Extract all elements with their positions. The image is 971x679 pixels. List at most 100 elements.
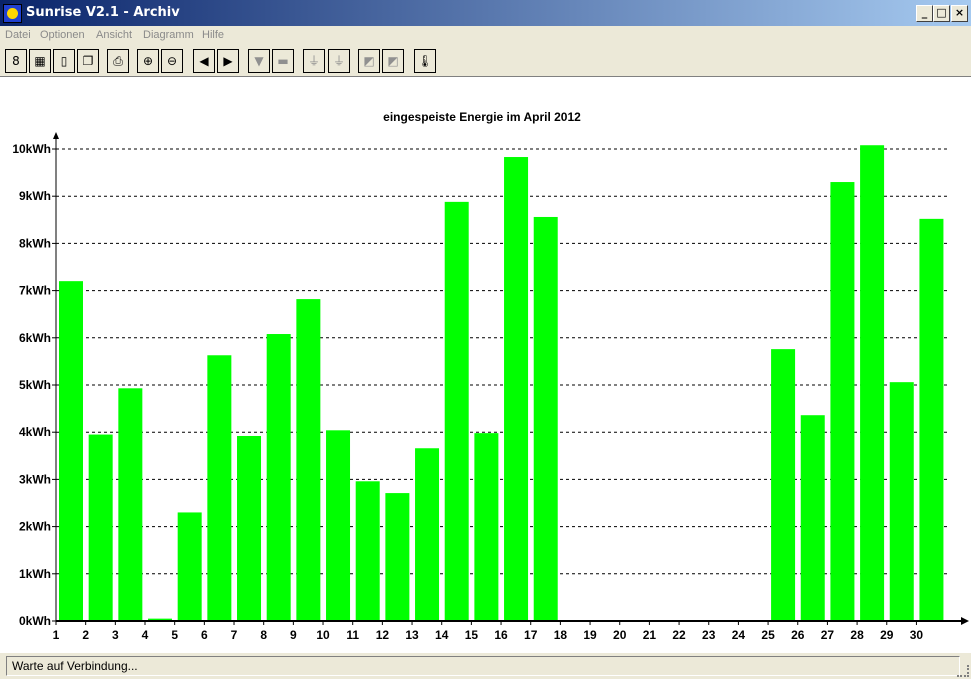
- menu-ansicht[interactable]: Ansicht: [96, 29, 132, 41]
- page-icon: ▯: [60, 54, 68, 68]
- x-tick-label: 18: [554, 628, 568, 642]
- title-bar: Sunrise V2.1 - Archiv _ □ ×: [0, 0, 971, 26]
- plug-button[interactable]: ⏚: [303, 49, 325, 73]
- y-tick-labels: 0kWh 1kWh 2kWh 3kWh 4kWh 5kWh 6kWh 7kWh 8kWh 9kWh…: [12, 142, 51, 628]
- y-tick-label: 2kWh: [19, 520, 51, 534]
- chart-grid-icon: ▦: [34, 54, 46, 68]
- bar: [415, 448, 440, 621]
- zoom-out-icon: ⊖: [166, 54, 178, 68]
- x-tick-label: 4: [142, 628, 149, 642]
- bar: [444, 201, 469, 621]
- window-title: Sunrise V2.1 - Archiv: [26, 5, 180, 20]
- x-tick-label: 25: [761, 628, 775, 642]
- y-tick-label: 9kWh: [19, 189, 51, 203]
- bars: [59, 145, 944, 622]
- chart-area: eingespeiste Energie im April 2012 0kWh 1…: [0, 77, 971, 653]
- y-axis-arrow: [53, 132, 59, 139]
- y-tick-label: 1kWh: [19, 567, 51, 581]
- status-text: Warte auf Verbindung...: [12, 659, 138, 673]
- bar: [919, 218, 944, 621]
- x-tick-label: 9: [290, 628, 297, 642]
- bar: [59, 281, 83, 621]
- x-tick-label: 14: [435, 628, 449, 642]
- bar: [118, 388, 143, 621]
- menu-datei[interactable]: Datei: [5, 29, 31, 41]
- bar: [830, 182, 855, 621]
- bar: [207, 355, 232, 621]
- zoom-out-button[interactable]: ⊖: [161, 49, 183, 73]
- panel-button[interactable]: ▬: [272, 49, 294, 73]
- chart-grid-button[interactable]: ▦: [29, 49, 51, 73]
- windows-icon: ❐: [82, 54, 94, 68]
- bar: [889, 382, 914, 621]
- chart-title: eingespeiste Energie im April 2012: [383, 110, 581, 124]
- unplug-button[interactable]: ⏚: [328, 49, 350, 73]
- close-button[interactable]: ×: [951, 5, 968, 22]
- status-panel: Warte auf Verbindung...: [6, 656, 960, 676]
- x-tick-label: 10: [316, 628, 330, 642]
- sun-icon: [3, 4, 22, 23]
- resize-grip[interactable]: [957, 665, 969, 677]
- plug-icon: ⏚: [307, 54, 320, 68]
- bar: [800, 415, 825, 621]
- next-button[interactable]: ▶: [217, 49, 239, 73]
- x-tick-label: 2: [82, 628, 89, 642]
- solar-panel-button[interactable]: ◩: [358, 49, 380, 73]
- windows-button[interactable]: ❐: [77, 49, 99, 73]
- next-icon: ▶: [223, 54, 233, 68]
- x-tick-label: 15: [465, 628, 479, 642]
- menu-optionen[interactable]: Optionen: [40, 29, 85, 41]
- previous-icon: ◀: [199, 54, 209, 68]
- thermometer-icon: 🌡: [417, 54, 433, 68]
- y-tick-label: 3kWh: [19, 472, 51, 486]
- thermometer-button[interactable]: 🌡: [414, 49, 436, 73]
- binoculars-icon: 8: [12, 54, 20, 68]
- minimize-button[interactable]: _: [916, 5, 933, 22]
- x-tick-label: 23: [702, 628, 716, 642]
- solar-panel-icon: ◩: [363, 54, 375, 68]
- bar: [88, 434, 113, 621]
- bar: [771, 349, 796, 621]
- toolbar: 8 ▦ ▯ ❐ ⎙ ⊕ ⊖ ◀ ▶ ▼ ▬ ⏚ ⏚ ◩ ◩ 🌡: [0, 46, 971, 77]
- bar: [326, 430, 351, 621]
- menu-bar: Datei Optionen Ansicht Diagramm Hilfe: [0, 27, 971, 45]
- x-tick-label: 28: [850, 628, 864, 642]
- x-tick-label: 6: [201, 628, 208, 642]
- page-button[interactable]: ▯: [53, 49, 75, 73]
- zoom-in-icon: ⊕: [142, 54, 154, 68]
- x-tick-label: 8: [260, 628, 267, 642]
- menu-diagramm[interactable]: Diagramm: [143, 29, 194, 41]
- solar-panel-2-button[interactable]: ◩: [382, 49, 404, 73]
- bar: [504, 157, 529, 622]
- bar: [355, 481, 380, 621]
- x-tick-label: 24: [732, 628, 746, 642]
- status-bar: Warte auf Verbindung...: [0, 654, 971, 679]
- bar-chart: eingespeiste Energie im April 2012 0kWh1…: [12, 110, 969, 642]
- pin-icon: ▼: [254, 54, 264, 68]
- y-tick-label: 7kWh: [19, 284, 51, 298]
- x-tick-label: 30: [910, 628, 924, 642]
- y-tick-label: 0kWh: [19, 614, 51, 628]
- bar: [177, 512, 202, 621]
- printer-icon: ⎙: [113, 54, 123, 68]
- unplug-icon: ⏚: [332, 54, 345, 68]
- maximize-button[interactable]: □: [933, 5, 950, 22]
- binoculars-button[interactable]: 8: [5, 49, 27, 73]
- y-tick-label: 6kWh: [19, 331, 51, 345]
- x-tick-label: 1: [53, 628, 60, 642]
- x-tick-label: 3: [112, 628, 119, 642]
- x-tick-label: 7: [231, 628, 238, 642]
- y-tick-label: 10kWh: [12, 142, 51, 156]
- y-tick-label: 8kWh: [19, 236, 51, 250]
- printer-button[interactable]: ⎙: [107, 49, 129, 73]
- zoom-in-button[interactable]: ⊕: [137, 49, 159, 73]
- pin-button[interactable]: ▼: [248, 49, 270, 73]
- menu-hilfe[interactable]: Hilfe: [202, 29, 224, 41]
- previous-button[interactable]: ◀: [193, 49, 215, 73]
- x-tick-labels: 1 2 3 4 5 6 7 8 9 10 11 12 13 14 15 16 17 18 19 20 21 22 23 24 2…: [53, 621, 924, 642]
- x-axis-arrow: [961, 617, 969, 625]
- bar: [237, 435, 262, 621]
- x-tick-label: 22: [672, 628, 686, 642]
- x-tick-label: 29: [880, 628, 894, 642]
- bar: [266, 334, 291, 621]
